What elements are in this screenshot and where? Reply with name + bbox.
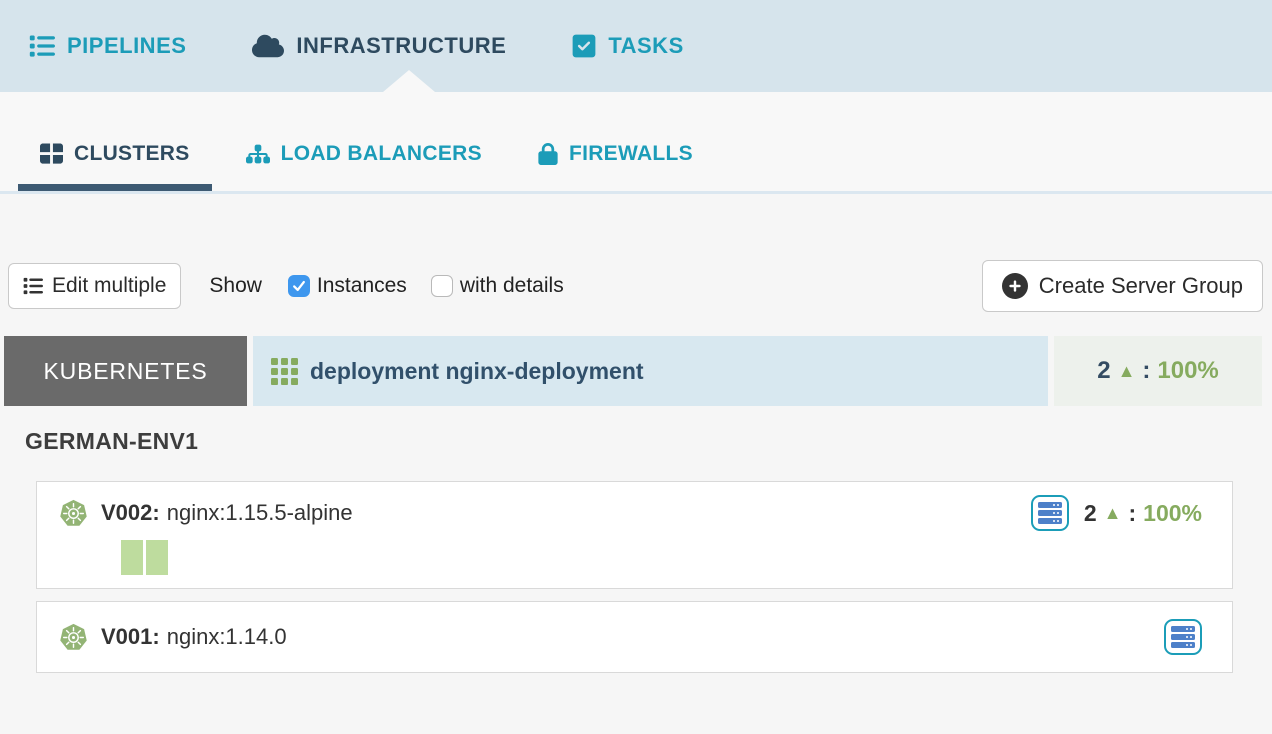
region-label: GERMAN-ENV1: [25, 428, 1272, 455]
grid-icon: [40, 142, 63, 165]
server-group-title: V001: nginx:1.14.0: [101, 624, 287, 650]
server-group-image: nginx:1.14.0: [167, 624, 287, 649]
provider-label: KUBERNETES: [44, 358, 208, 385]
server-group-title-group: V001: nginx:1.14.0: [59, 623, 287, 652]
cluster-health: 2 ▲ : 100%: [1097, 357, 1219, 385]
sub-nav: CLUSTERS LOAD BALANCERS FIREWALLS: [0, 92, 1272, 194]
health-count: 2: [1097, 357, 1110, 385]
cloud-icon: [252, 33, 284, 59]
health-colon: :: [1142, 357, 1150, 385]
kubernetes-icon: [59, 499, 88, 528]
instances-checkbox-label: Instances: [317, 274, 407, 298]
show-label: Show: [209, 274, 262, 298]
deployment-grid-icon: [271, 358, 298, 385]
tab-load-balancers[interactable]: LOAD BALANCERS: [224, 123, 504, 191]
edit-multiple-label: Edit multiple: [52, 274, 166, 298]
plus-circle-icon: [1002, 273, 1028, 299]
nav-infrastructure[interactable]: INFRASTRUCTURE: [252, 33, 506, 59]
with-details-checkbox[interactable]: [431, 275, 453, 297]
lock-icon: [538, 143, 558, 165]
edit-multiple-button[interactable]: Edit multiple: [8, 263, 181, 309]
load-balancer-icon[interactable]: [1164, 619, 1202, 655]
spinnaker-app: PIPELINES INFRASTRUCTURE TASKS CLUSTERS …: [0, 0, 1272, 734]
server-group-name: V001:: [101, 624, 160, 649]
health-percent: 100%: [1157, 357, 1218, 385]
create-server-group-button[interactable]: Create Server Group: [982, 260, 1263, 312]
tab-clusters-label: CLUSTERS: [74, 142, 190, 166]
health-percent: 100%: [1143, 500, 1202, 527]
nav-tasks[interactable]: TASKS: [572, 33, 683, 59]
nav-pipelines[interactable]: PIPELINES: [29, 33, 186, 59]
instances-checkbox[interactable]: [288, 275, 310, 297]
nav-pipelines-label: PIPELINES: [67, 33, 186, 59]
top-nav: PIPELINES INFRASTRUCTURE TASKS: [0, 0, 1272, 92]
server-group-right: 2 ▲ : 100%: [1031, 495, 1202, 531]
tab-clusters[interactable]: CLUSTERS: [18, 123, 212, 191]
sitemap-icon: [246, 143, 270, 165]
cluster-title-bar[interactable]: deployment nginx-deployment: [253, 336, 1048, 406]
active-section-pointer: [383, 70, 435, 92]
server-group-card-v001[interactable]: V001: nginx:1.14.0: [36, 601, 1233, 673]
clusters-toolbar: Edit multiple Show Instances with detail…: [8, 260, 1263, 312]
server-group-title: V002: nginx:1.15.5-alpine: [101, 500, 353, 526]
health-colon: :: [1129, 500, 1137, 527]
server-group-image: nginx:1.15.5-alpine: [167, 500, 353, 525]
server-group-row: V002: nginx:1.15.5-alpine 2 ▲ : 100%: [59, 495, 1202, 531]
server-group-card-v002[interactable]: V002: nginx:1.15.5-alpine 2 ▲ : 100%: [36, 481, 1233, 589]
instance-square[interactable]: [121, 540, 143, 575]
cluster-health-badge: 2 ▲ : 100%: [1054, 336, 1262, 406]
server-group-health: 2 ▲ : 100%: [1084, 500, 1202, 527]
tab-firewalls[interactable]: FIREWALLS: [516, 123, 715, 191]
health-count: 2: [1084, 500, 1097, 527]
server-group-right: [1164, 619, 1202, 655]
provider-badge: KUBERNETES: [4, 336, 247, 406]
create-server-group-label: Create Server Group: [1039, 273, 1243, 299]
with-details-checkbox-label: with details: [460, 274, 564, 298]
clusters-main: Edit multiple Show Instances with detail…: [0, 260, 1272, 673]
with-details-checkbox-group[interactable]: with details: [431, 274, 564, 298]
load-balancer-icon[interactable]: [1031, 495, 1069, 531]
nav-tasks-label: TASKS: [608, 33, 683, 59]
check-icon: [292, 279, 306, 293]
server-group-row: V001: nginx:1.14.0: [59, 619, 1202, 655]
list-icon: [23, 276, 43, 296]
server-group-title-group: V002: nginx:1.15.5-alpine: [59, 499, 353, 528]
cluster-title: deployment nginx-deployment: [310, 358, 644, 385]
instances-checkbox-group[interactable]: Instances: [288, 274, 407, 298]
server-group-name: V002:: [101, 500, 160, 525]
check-square-icon: [572, 33, 596, 59]
up-triangle-icon: ▲: [1104, 504, 1122, 522]
tab-firewalls-label: FIREWALLS: [569, 142, 693, 166]
instance-list: [121, 540, 1202, 575]
kubernetes-icon: [59, 623, 88, 652]
up-triangle-icon: ▲: [1118, 362, 1136, 380]
cluster-header: KUBERNETES deployment nginx-deployment 2…: [4, 336, 1262, 406]
toolbar-left: Edit multiple Show Instances with detail…: [8, 263, 564, 309]
nav-infrastructure-label: INFRASTRUCTURE: [296, 33, 506, 59]
list-icon: [29, 33, 55, 59]
instance-square[interactable]: [146, 540, 168, 575]
tab-load-balancers-label: LOAD BALANCERS: [281, 142, 482, 166]
